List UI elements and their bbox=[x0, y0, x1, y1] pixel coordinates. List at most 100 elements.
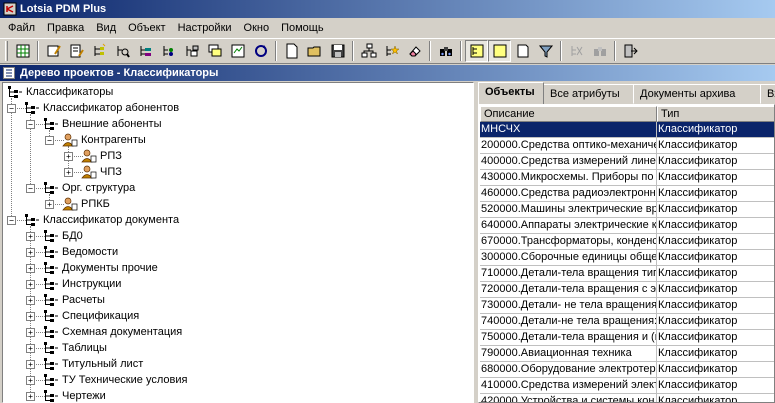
tree-node[interactable]: − Внешние абоненты bbox=[26, 116, 162, 132]
menu-item[interactable]: Помощь bbox=[275, 18, 330, 38]
table-row[interactable]: 750000.Детали-тела вращения и (и Классифи… bbox=[480, 330, 774, 346]
expand-toggle[interactable]: + bbox=[26, 311, 35, 321]
tree-node[interactable]: + ЧПЗ bbox=[64, 164, 122, 180]
tree-node[interactable]: + БД0 bbox=[26, 228, 83, 244]
tree-node[interactable]: + РПЗ bbox=[64, 148, 122, 164]
collapse-toggle[interactable]: − bbox=[7, 103, 16, 113]
expand-toggle[interactable]: + bbox=[26, 343, 35, 353]
windows-button[interactable] bbox=[203, 40, 226, 62]
exit-button[interactable] bbox=[619, 40, 642, 62]
tab-3[interactable]: Документы архива bbox=[633, 84, 761, 104]
tree-node[interactable]: + Ведомости bbox=[26, 244, 118, 260]
expand-toggle[interactable]: + bbox=[64, 167, 73, 177]
menu-item[interactable]: Вид bbox=[90, 18, 122, 38]
column-header[interactable]: Описание bbox=[480, 106, 657, 122]
table-row[interactable]: 670000.Трансформаторы, конденс Классифика… bbox=[480, 234, 774, 250]
expand-toggle[interactable]: + bbox=[26, 231, 35, 241]
open-folder-button[interactable] bbox=[303, 40, 326, 62]
tree-node[interactable]: + РПКБ bbox=[45, 196, 110, 212]
tab-4[interactable]: Вх bbox=[760, 84, 775, 104]
expand-toggle[interactable]: + bbox=[26, 327, 35, 337]
tab-1[interactable]: Объекты bbox=[478, 82, 544, 104]
tree-link-button[interactable] bbox=[157, 40, 180, 62]
grid-button[interactable] bbox=[11, 40, 34, 62]
project-tree[interactable]: Классификаторы − Классификатор абонентов − В… bbox=[2, 82, 474, 403]
tree-node[interactable]: − Контрагенты bbox=[45, 132, 146, 148]
tree-node[interactable]: + Документы прочие bbox=[26, 260, 158, 276]
column-header[interactable]: Тип bbox=[657, 106, 774, 122]
table-row[interactable]: 720000.Детали-тела вращения с эл Классифи… bbox=[480, 282, 774, 298]
tree-node[interactable]: + Чертежи bbox=[26, 388, 106, 402]
layout-page-button[interactable] bbox=[511, 40, 534, 62]
new-tree-button[interactable] bbox=[88, 40, 111, 62]
eraser-button[interactable] bbox=[403, 40, 426, 62]
collapse-toggle[interactable]: − bbox=[26, 119, 35, 129]
table-row[interactable]: 200000.Средства оптико-механиче Классифик… bbox=[480, 138, 774, 154]
binoculars-button[interactable] bbox=[434, 40, 457, 62]
edit-doc-button[interactable] bbox=[65, 40, 88, 62]
expand-toggle[interactable]: + bbox=[26, 247, 35, 257]
tree-node-label: Орг. структура bbox=[62, 182, 136, 194]
star-tree-button[interactable] bbox=[380, 40, 403, 62]
collapse-toggle[interactable]: − bbox=[7, 215, 16, 225]
collapse-toggle[interactable]: − bbox=[26, 183, 35, 193]
table-row[interactable]: 400000.Средства измерений линей Классифик… bbox=[480, 154, 774, 170]
collapse-toggle[interactable]: − bbox=[45, 135, 54, 145]
menu-item[interactable]: Настройки bbox=[172, 18, 238, 38]
filter-funnel-button[interactable] bbox=[534, 40, 557, 62]
copy-tree-button[interactable] bbox=[180, 40, 203, 62]
table-row[interactable]: 410000.Средства измерений элект Классифик… bbox=[480, 378, 774, 394]
menu-item[interactable]: Файл bbox=[2, 18, 41, 38]
expand-toggle[interactable]: + bbox=[26, 295, 35, 305]
menu-item[interactable]: Объект bbox=[122, 18, 171, 38]
tree-node[interactable]: Классификаторы bbox=[7, 84, 113, 100]
refresh-button[interactable] bbox=[249, 40, 272, 62]
menu-item[interactable]: Правка bbox=[41, 18, 90, 38]
layout-panel-button[interactable] bbox=[488, 40, 511, 62]
table-row[interactable]: 710000.Детали-тела вращения тип Классифик… bbox=[480, 266, 774, 282]
expand-toggle[interactable]: + bbox=[26, 359, 35, 369]
expand-toggle[interactable]: + bbox=[26, 279, 35, 289]
table-row[interactable]: 640000.Аппараты электрические к Классифик… bbox=[480, 218, 774, 234]
disabled-binoculars-button[interactable] bbox=[588, 40, 611, 62]
table-row[interactable]: 430000.Микросхемы. Приборы по Классификат… bbox=[480, 170, 774, 186]
layout-tree-button[interactable] bbox=[465, 40, 488, 62]
table-row[interactable]: 730000.Детали- не тела вращения: Классифи… bbox=[480, 298, 774, 314]
toolbar-grip[interactable] bbox=[5, 41, 8, 61]
expand-toggle[interactable]: + bbox=[45, 199, 54, 209]
edit-filter-button[interactable] bbox=[42, 40, 65, 62]
new-document-button[interactable] bbox=[280, 40, 303, 62]
tree-settings-button[interactable] bbox=[134, 40, 157, 62]
table-row[interactable]: 420000.Устройства и системы кон Классифик… bbox=[480, 394, 774, 402]
table-row[interactable]: 460000.Средства радиоэлектронн Классифика… bbox=[480, 186, 774, 202]
table-row[interactable]: МНСЧХ Классификатор bbox=[480, 122, 774, 138]
table-row[interactable]: 680000.Оборудование электротер Классифика… bbox=[480, 362, 774, 378]
tab-2[interactable]: Все атрибуты bbox=[543, 84, 635, 104]
table-row[interactable]: 740000.Детали-не тела вращения: Классифик… bbox=[480, 314, 774, 330]
expand-toggle[interactable]: + bbox=[64, 151, 73, 161]
find-tree-button[interactable] bbox=[111, 40, 134, 62]
tree-node[interactable]: + Схемная документация bbox=[26, 324, 182, 340]
expand-toggle[interactable]: + bbox=[26, 263, 35, 273]
type-cell: Классификатор bbox=[657, 266, 774, 282]
tree-node[interactable]: + Спецификация bbox=[26, 308, 139, 324]
tree-node[interactable]: + Расчеты bbox=[26, 292, 105, 308]
report-button[interactable] bbox=[226, 40, 249, 62]
person-icon bbox=[81, 165, 97, 179]
tree-node[interactable]: − Классификатор абонентов bbox=[7, 100, 179, 116]
tree-node[interactable]: + Таблицы bbox=[26, 340, 107, 356]
tree-node[interactable]: + ТУ Технические условия bbox=[26, 372, 187, 388]
expand-toggle[interactable]: + bbox=[26, 375, 35, 385]
table-row[interactable]: 520000.Машины электрические вр Классифика… bbox=[480, 202, 774, 218]
table-row[interactable]: 790000.Авиационная техника Классификатор bbox=[480, 346, 774, 362]
expand-toggle[interactable]: + bbox=[26, 391, 35, 401]
table-row[interactable]: 300000.Сборочные единицы общег Классифика… bbox=[480, 250, 774, 266]
menu-item[interactable]: Окно bbox=[238, 18, 276, 38]
tree-node[interactable]: − Классификатор документа bbox=[7, 212, 179, 228]
org-chart-button[interactable] bbox=[357, 40, 380, 62]
tree-node[interactable]: + Титульный лист bbox=[26, 356, 143, 372]
disabled-tree-button[interactable] bbox=[565, 40, 588, 62]
tree-node[interactable]: + Инструкции bbox=[26, 276, 121, 292]
tree-node[interactable]: − Орг. структура bbox=[26, 180, 135, 196]
save-button[interactable] bbox=[326, 40, 349, 62]
